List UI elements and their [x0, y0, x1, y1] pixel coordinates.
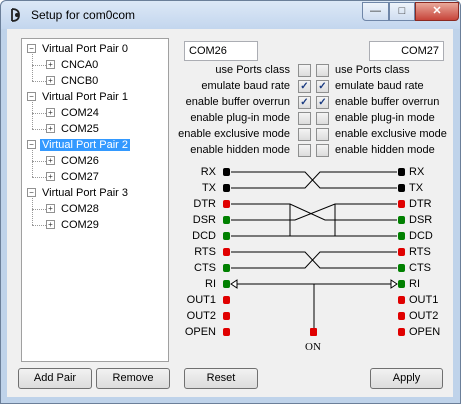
- right-signal-dot: [398, 216, 405, 224]
- left-signal-dot: [223, 184, 230, 192]
- dsr-dtr-wire: [231, 203, 397, 221]
- left-signal-dot: [223, 296, 230, 304]
- right-signal-label: DSR: [409, 214, 433, 226]
- left-signal-label: RX: [200, 166, 216, 178]
- right-signal-dot: [398, 328, 405, 336]
- right-signal-dot: [398, 248, 405, 256]
- right-signal-label: RI: [409, 278, 420, 290]
- left-signal-label: DCD: [192, 230, 216, 242]
- ri-left-arrow-icon: [230, 279, 238, 289]
- left-signal-dot: [223, 232, 230, 240]
- right-signal-label: DTR: [409, 198, 432, 210]
- right-signal-label: OUT2: [409, 310, 439, 322]
- left-signal-dot: [223, 280, 230, 288]
- left-signal-label: OPEN: [184, 326, 216, 338]
- left-signal-label: DTR: [193, 198, 216, 210]
- right-signal-dot: [398, 264, 405, 272]
- left-signal-dot: [223, 200, 230, 208]
- left-signal-label: OUT2: [186, 310, 216, 322]
- left-signal-dot: [223, 216, 230, 224]
- left-signal-label: RTS: [194, 246, 216, 258]
- right-signal-dot: [398, 296, 405, 304]
- right-signal-label: RTS: [409, 246, 431, 258]
- left-signal-dot: [223, 328, 230, 336]
- right-signal-dot: [398, 184, 405, 192]
- cts-rts-wire: [231, 251, 397, 269]
- right-signal-dot: [398, 312, 405, 320]
- right-signal-label: RX: [409, 166, 425, 178]
- rts-cts-wire: [231, 251, 397, 269]
- right-signal-label: OPEN: [409, 326, 441, 338]
- on-dot: [310, 328, 317, 336]
- tx-rx-wire: [231, 171, 397, 189]
- apply-button[interactable]: Apply: [370, 368, 443, 389]
- right-signal-label: OUT1: [409, 294, 439, 306]
- reset-button[interactable]: Reset: [184, 368, 258, 389]
- remove-button[interactable]: Remove: [96, 368, 170, 389]
- left-signal-dot: [223, 264, 230, 272]
- left-signal-dot: [223, 312, 230, 320]
- rx-tx-wire: [231, 171, 397, 189]
- left-signal-label: CTS: [194, 262, 216, 274]
- left-signal-dot: [223, 248, 230, 256]
- right-signal-dot: [398, 280, 405, 288]
- right-signal-dot: [398, 168, 405, 176]
- on-label: ON: [305, 341, 321, 353]
- signal-wiring-diagram[interactable]: [0, 0, 461, 404]
- left-signal-label: DSR: [192, 214, 216, 226]
- right-signal-label: TX: [409, 182, 424, 194]
- ri-right-arrow-icon: [390, 279, 398, 289]
- right-signal-label: CTS: [409, 262, 431, 274]
- right-signal-dot: [398, 200, 405, 208]
- right-signal-dot: [398, 232, 405, 240]
- left-signal-dot: [223, 168, 230, 176]
- left-signal-label: OUT1: [186, 294, 216, 306]
- right-signal-label: DCD: [409, 230, 433, 242]
- left-signal-label: TX: [201, 182, 216, 194]
- add-pair-button[interactable]: Add Pair: [18, 368, 92, 389]
- left-signal-label: RI: [205, 278, 216, 290]
